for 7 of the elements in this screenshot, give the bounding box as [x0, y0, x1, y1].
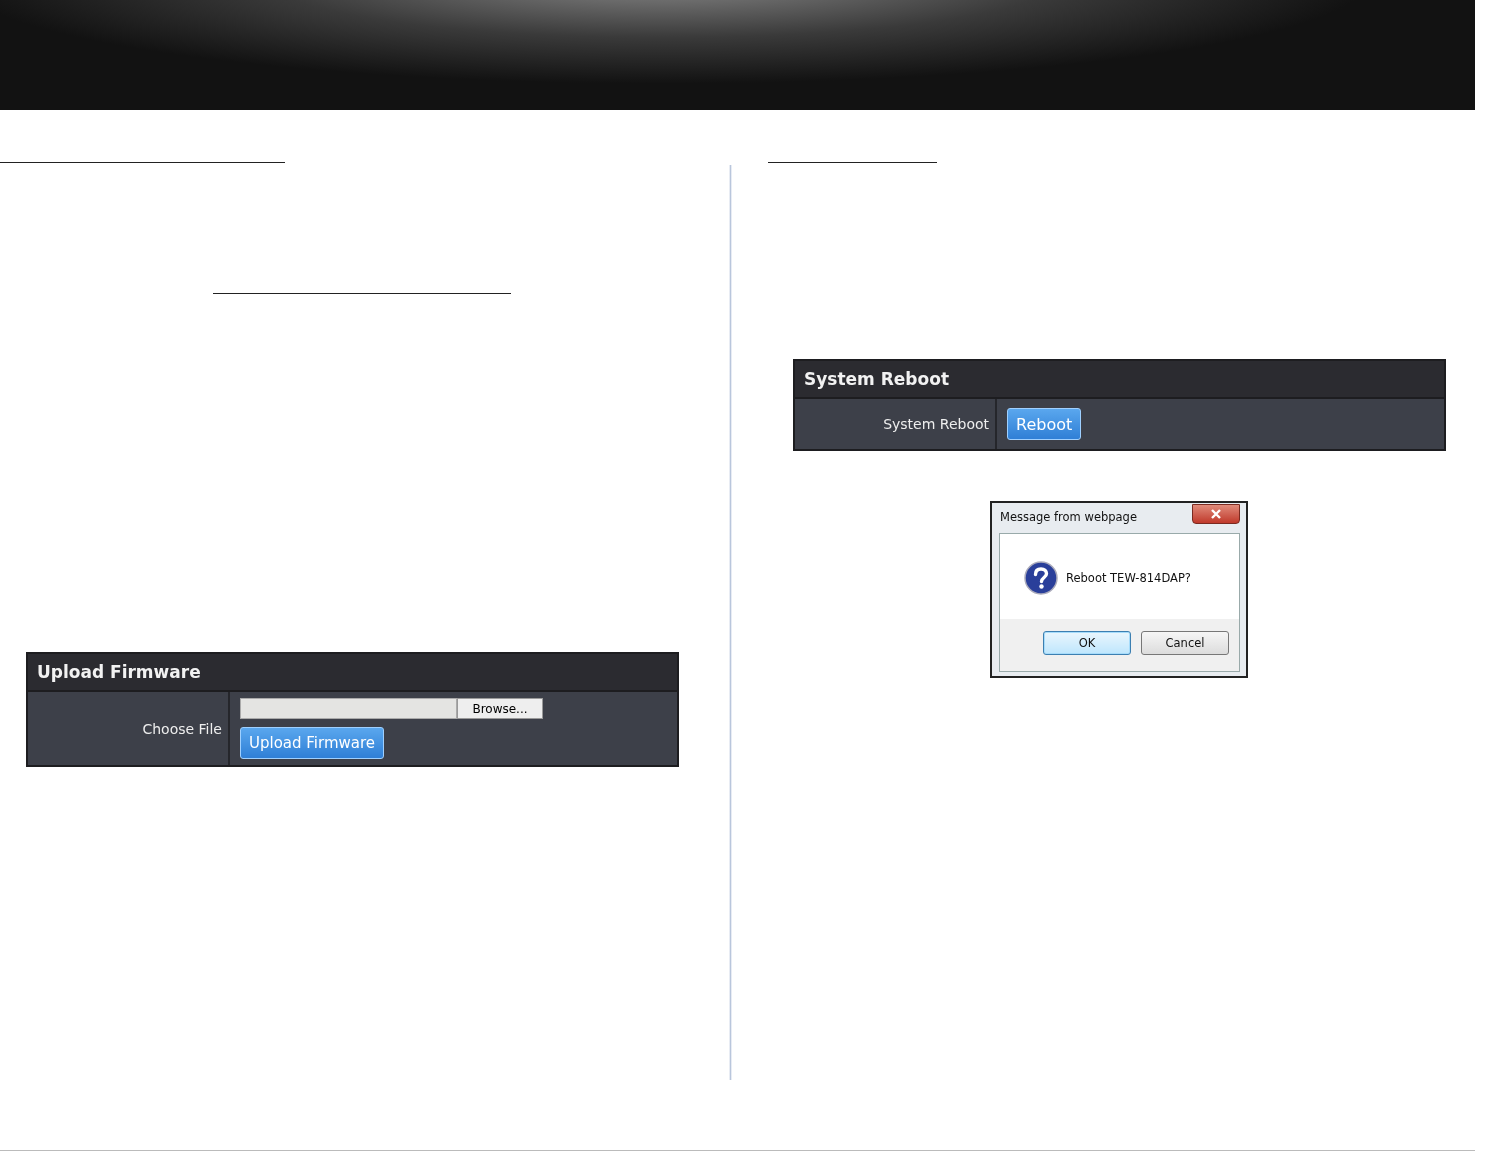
field-label: System Reboot: [883, 416, 989, 432]
dialog-button[interactable]: Cancel: [1141, 631, 1229, 655]
browse-button[interactable]: Browse...: [457, 698, 543, 719]
dialog-message: Reboot TEW-814DAP?: [1066, 570, 1191, 585]
field-label: Choose File: [142, 720, 222, 737]
dialog-title: Message from webpage: [1000, 510, 1137, 525]
dialog-button[interactable]: OK: [1043, 631, 1131, 655]
